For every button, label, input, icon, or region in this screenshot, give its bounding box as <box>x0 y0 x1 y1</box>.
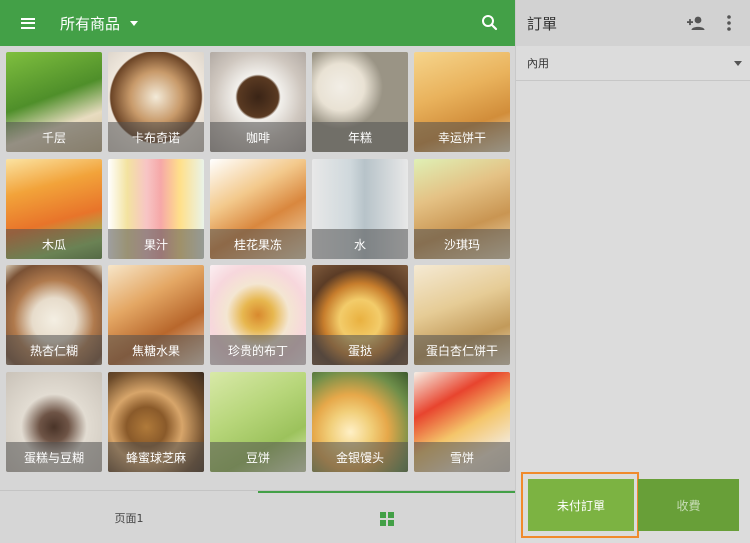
person-add-icon <box>687 16 705 30</box>
product-name: 蛋糕与豆糊 <box>6 442 102 472</box>
product-name: 蛋挞 <box>312 335 408 365</box>
product-name: 卡布奇诺 <box>108 122 204 152</box>
unpaid-order-button[interactable]: 未付訂單 <box>528 479 634 531</box>
product-tile[interactable]: 珍贵的布丁 <box>210 265 306 365</box>
product-tile[interactable]: 果汁 <box>108 159 204 259</box>
product-name: 咖啡 <box>210 122 306 152</box>
product-pane: 所有商品 千层 卡布奇诺 咖啡 年糕 幸运饼干木瓜 果汁 桂花果冻水沙琪玛热杏仁糊 焦糖水果珍… <box>0 0 515 543</box>
product-name: 幸运饼干 <box>414 122 510 152</box>
product-tile[interactable]: 年糕 <box>312 52 408 152</box>
unpaid-order-label: 未付訂單 <box>556 498 605 513</box>
product-tile[interactable]: 木瓜 <box>6 159 102 259</box>
charge-label: 收費 <box>676 498 701 513</box>
tab-grid-view[interactable] <box>258 491 515 543</box>
product-name: 豆饼 <box>210 442 306 472</box>
more-options-button[interactable] <box>722 12 736 34</box>
page-tabs-bar: 页面1 <box>0 490 515 543</box>
product-tile[interactable]: 幸运饼干 <box>414 52 510 152</box>
product-tile[interactable]: 沙琪玛 <box>414 159 510 259</box>
product-tile[interactable]: 蜂蜜球芝麻 <box>108 372 204 472</box>
product-tile[interactable]: 蛋挞 <box>312 265 408 365</box>
product-tile[interactable]: 豆饼 <box>210 372 306 472</box>
product-tile[interactable]: 桂花果冻 <box>210 159 306 259</box>
charge-button[interactable]: 收費 <box>638 479 739 531</box>
menu-button[interactable] <box>0 0 56 46</box>
product-name: 水 <box>312 229 408 259</box>
add-customer-button[interactable] <box>685 12 707 34</box>
product-name: 桂花果冻 <box>210 229 306 259</box>
product-name: 蛋白杏仁饼干 <box>414 335 510 365</box>
product-tile[interactable]: 热杏仁糊 <box>6 265 102 365</box>
product-tile[interactable]: 雪饼 <box>414 372 510 472</box>
product-name: 千层 <box>6 122 102 152</box>
product-tile[interactable]: 金银馒头 <box>312 372 408 472</box>
more-vert-icon <box>727 15 731 31</box>
order-header: 訂單 <box>516 0 750 46</box>
product-name: 焦糖水果 <box>108 335 204 365</box>
grid-icon <box>379 511 394 526</box>
product-name: 沙琪玛 <box>414 229 510 259</box>
product-tile[interactable]: 蛋糕与豆糊 <box>6 372 102 472</box>
product-tile[interactable]: 蛋白杏仁饼干 <box>414 265 510 365</box>
category-selector[interactable]: 所有商品 <box>60 13 139 34</box>
caret-down-icon <box>130 20 139 26</box>
product-tile[interactable]: 水 <box>312 159 408 259</box>
product-tile[interactable]: 咖啡 <box>210 52 306 152</box>
category-title: 所有商品 <box>60 14 121 33</box>
top-app-bar: 所有商品 <box>0 0 515 46</box>
order-pane: 訂單 內用 未付訂單 收費 <box>515 0 750 543</box>
tab-page-1-label: 页面1 <box>114 511 144 525</box>
search-icon <box>482 15 498 31</box>
product-tile[interactable]: 卡布奇诺 <box>108 52 204 152</box>
dining-type-value: 內用 <box>527 57 549 70</box>
product-name: 蜂蜜球芝麻 <box>108 442 204 472</box>
product-name: 年糕 <box>312 122 408 152</box>
product-grid: 千层 卡布奇诺 咖啡 年糕 幸运饼干 木瓜 果汁 桂花果冻水沙琪玛 热杏仁糊 焦糖水果 珍贵的布丁蛋… <box>6 52 511 476</box>
caret-down-icon <box>734 61 742 66</box>
product-name: 珍贵的布丁 <box>210 335 306 365</box>
product-name: 雪饼 <box>414 442 510 472</box>
product-tile[interactable]: 千层 <box>6 52 102 152</box>
product-name: 热杏仁糊 <box>6 335 102 365</box>
product-tile[interactable]: 焦糖水果 <box>108 265 204 365</box>
product-name: 木瓜 <box>6 229 102 259</box>
menu-icon <box>21 17 35 29</box>
search-button[interactable] <box>479 12 501 34</box>
product-name: 金银馒头 <box>312 442 408 472</box>
product-name: 果汁 <box>108 229 204 259</box>
dining-type-dropdown[interactable]: 內用 <box>516 46 750 81</box>
tab-page-1[interactable]: 页面1 <box>0 491 258 543</box>
order-title: 訂單 <box>527 14 558 33</box>
